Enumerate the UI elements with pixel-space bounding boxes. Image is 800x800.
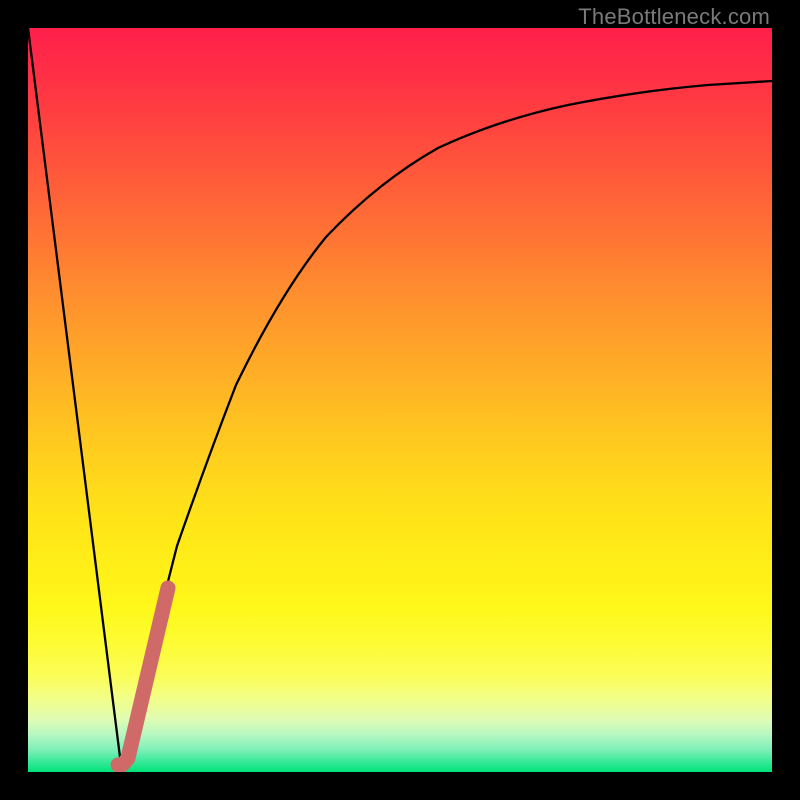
chart-frame: TheBottleneck.com	[0, 0, 800, 800]
attribution-text: TheBottleneck.com	[578, 4, 770, 30]
curve-right	[121, 81, 772, 765]
plot-area	[28, 28, 772, 772]
curve-layer	[28, 28, 772, 772]
highlight-segment	[118, 588, 168, 766]
curve-left-slope	[28, 28, 121, 765]
